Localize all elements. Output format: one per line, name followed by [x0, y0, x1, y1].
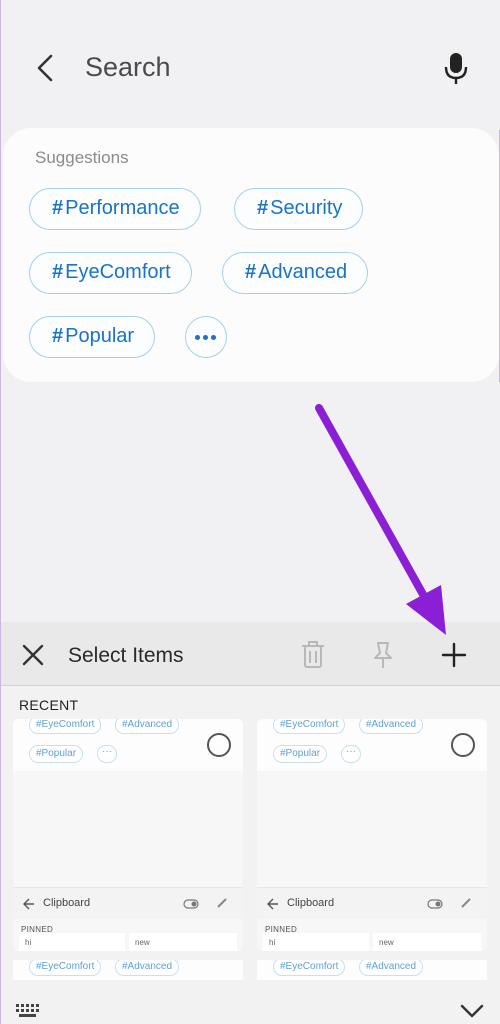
pinned-item-text: new: [379, 938, 394, 947]
back-arrow-icon: [37, 54, 53, 82]
close-icon: [22, 644, 44, 666]
mini-chip: #EyeComfort: [273, 960, 346, 976]
chevron-down-icon: [460, 1004, 484, 1018]
chip-advanced[interactable]: # Advanced: [222, 252, 369, 294]
clipboard-toolbar: Select Items: [1, 622, 500, 686]
more-dot-icon: [211, 335, 216, 340]
add-button[interactable]: [441, 642, 467, 668]
chip-popular[interactable]: # Popular: [29, 316, 156, 358]
chip-hash: #: [52, 325, 64, 347]
collapse-button[interactable]: [459, 1000, 485, 1022]
chip-label: Performance: [65, 197, 180, 219]
plus-icon: [441, 642, 467, 668]
voice-search-button[interactable]: [441, 50, 471, 86]
thumbnail-toolbar: Clipboard: [257, 887, 487, 919]
mini-chip: #Popular: [273, 745, 328, 763]
clipboard-item[interactable]: #EyeComfort #Advanced: [257, 960, 487, 980]
chip-hash: #: [52, 261, 64, 283]
thumbnail-pinned-item: new: [373, 933, 481, 951]
clipboard-item[interactable]: #EyeComfort #Advanced #Popular ··· Clipb…: [257, 719, 487, 951]
keyboard-bottom-bar: [1, 998, 500, 1024]
edit-icon: [217, 898, 227, 908]
toggle-icon: [183, 899, 199, 909]
chip-performance[interactable]: # Performance: [29, 188, 201, 230]
mini-chip: #EyeComfort: [29, 960, 102, 976]
mini-chip: #Advanced: [359, 960, 424, 976]
thumbnail-pinned-item: hi: [263, 933, 369, 951]
suggestions-label: Suggestions: [35, 148, 129, 167]
pinned-item-text: hi: [25, 938, 32, 947]
mini-chip: #EyeComfort: [29, 719, 102, 734]
microphone-icon: [444, 53, 468, 84]
chip-label: Security: [270, 197, 343, 219]
delete-button[interactable]: [300, 640, 326, 670]
chip-hash: #: [257, 197, 269, 219]
back-button[interactable]: [29, 50, 63, 86]
thumbnail-pinned-item: hi: [19, 933, 125, 951]
select-checkbox[interactable]: [451, 733, 475, 757]
pinned-item-text: hi: [269, 938, 276, 947]
thumbnail-toolbar: Clipboard: [13, 887, 243, 919]
keyboard-icon: [16, 1004, 39, 1017]
thumbnail-title: Clipboard: [287, 897, 335, 909]
mini-chip: #EyeComfort: [273, 719, 346, 734]
thumbnail-pinned-item: new: [129, 933, 237, 951]
trash-icon: [302, 641, 324, 668]
chip-label: EyeComfort: [65, 261, 171, 283]
keyboard-switch-button[interactable]: [15, 1002, 43, 1020]
pin-icon: [374, 642, 392, 668]
clipboard-item[interactable]: #EyeComfort #Advanced #Popular ··· Clipb…: [13, 719, 243, 951]
clipboard-title: Select Items: [68, 644, 184, 667]
recent-section-label: RECENT: [19, 697, 79, 713]
mini-more-chip: ···: [97, 745, 117, 763]
select-checkbox[interactable]: [207, 733, 231, 757]
thumbnail-title: Clipboard: [43, 897, 91, 909]
close-button[interactable]: [21, 643, 45, 667]
page-title: Search: [85, 52, 171, 82]
pin-button[interactable]: [371, 640, 395, 670]
empty-content-area: [1, 382, 500, 622]
back-arrow-icon: [267, 898, 278, 910]
mini-chip: #Popular: [29, 745, 84, 763]
edit-icon: [461, 898, 471, 908]
chip-security[interactable]: # Security: [234, 188, 364, 230]
chip-label: Advanced: [258, 261, 348, 283]
more-dot-icon: [195, 335, 200, 340]
chip-eyecomfort[interactable]: # EyeComfort: [29, 252, 192, 294]
more-dot-icon: [203, 335, 208, 340]
clipboard-item[interactable]: #EyeComfort #Advanced: [13, 960, 243, 980]
top-bar: Search: [1, 0, 500, 130]
pinned-item-text: new: [135, 938, 150, 947]
mini-chip: #Advanced: [359, 719, 424, 734]
suggestions-card: Suggestions # Performance # Security # EyeC…: [3, 128, 499, 382]
chip-hash: #: [52, 197, 64, 219]
clipboard-panel: Select Items RECENT #EyeComfort #Advance…: [1, 622, 500, 1024]
toggle-icon: [427, 899, 443, 909]
mini-chip: #Advanced: [115, 960, 180, 976]
chip-label: Popular: [65, 325, 135, 347]
mini-more-chip: ···: [341, 745, 361, 763]
chip-hash: #: [245, 261, 257, 283]
more-suggestions-button[interactable]: [185, 316, 227, 358]
mini-chip: #Advanced: [115, 719, 180, 734]
back-arrow-icon: [23, 898, 34, 910]
